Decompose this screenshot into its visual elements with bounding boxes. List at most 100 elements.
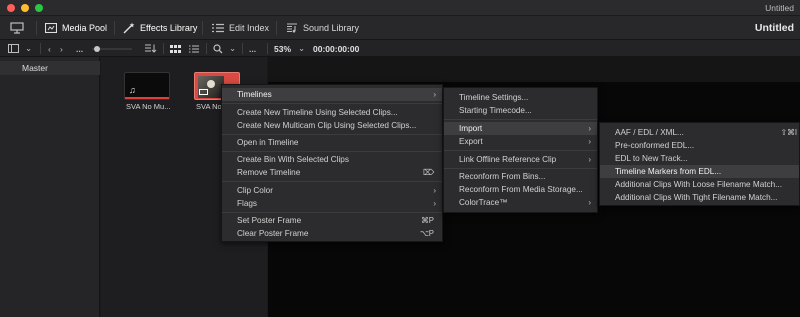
menu-separator [222, 134, 442, 135]
timelines-submenu: Timeline Settings... Starting Timecode..… [443, 87, 598, 213]
menu-item-reconform-bins[interactable]: Reconform From Bins... [444, 170, 597, 183]
clip-thumbnail[interactable]: ♫ SVA No Mu... [124, 72, 174, 122]
menu-item-label: Pre-conformed EDL... [615, 141, 695, 150]
menu-item-loose-filename[interactable]: Additional Clips With Loose Filename Mat… [600, 178, 799, 191]
grid-icon [170, 44, 181, 53]
toolbar-divider [36, 21, 37, 35]
filmstrip-icon [199, 89, 208, 95]
chevron-down-icon[interactable]: ⌄ [229, 40, 236, 57]
bin-master[interactable]: Master [0, 61, 100, 75]
menu-item-label: Create Bin With Selected Clips [237, 155, 349, 164]
menu-item-aaf-edl-xml[interactable]: AAF / EDL / XML... ⇧⌘I [600, 126, 799, 139]
toolbar-divider [206, 43, 207, 54]
clip-color-bar [125, 97, 169, 99]
menu-item-create-multicam[interactable]: Create New Multicam Clip Using Selected … [222, 119, 442, 132]
menu-item-edl-new-track[interactable]: EDL to New Track... [600, 152, 799, 165]
sort-icon[interactable] [145, 40, 157, 57]
chevron-down-icon[interactable]: ⌄ [298, 40, 305, 57]
minimize-window-button[interactable] [21, 4, 29, 12]
menu-item-label: Set Poster Frame [237, 216, 302, 225]
import-submenu: AAF / EDL / XML... ⇧⌘I Pre-conformed EDL… [599, 122, 800, 206]
menu-item-label: AAF / EDL / XML... [615, 128, 684, 137]
options-ellipsis[interactable]: ... [249, 40, 256, 57]
toolbar-divider [202, 21, 203, 35]
media-pool-toolbar: ⌄ ‹ › ... ⌄ ... 53% ⌄ 00:00:00:00 [0, 40, 800, 57]
media-pool-button[interactable]: Media Pool [45, 16, 107, 40]
menu-item-export[interactable]: Export › [444, 135, 597, 148]
toolbar-divider [267, 43, 268, 54]
menu-item-preconformed-edl[interactable]: Pre-conformed EDL... [600, 139, 799, 152]
menu-item-starting-timecode[interactable]: Starting Timecode... [444, 104, 597, 117]
menu-separator [222, 103, 442, 104]
bin-list-panel: Master [0, 57, 100, 317]
menu-item-open-in-timeline[interactable]: Open in Timeline [222, 136, 442, 149]
menu-item-flags[interactable]: Flags › [222, 197, 442, 210]
search-icon [213, 43, 223, 54]
menu-item-label: Remove Timeline [237, 168, 301, 177]
menu-item-tight-filename[interactable]: Additional Clips With Tight Filename Mat… [600, 191, 799, 204]
close-window-button[interactable] [7, 4, 15, 12]
path-ellipsis[interactable]: ... [76, 40, 83, 57]
menu-item-clear-poster-frame[interactable]: Clear Poster Frame ⌥P [222, 227, 442, 240]
menu-item-timeline-markers-edl[interactable]: Timeline Markers from EDL... [600, 165, 799, 178]
menu-item-label: Timeline Markers from EDL... [615, 167, 722, 176]
menu-separator [222, 181, 442, 182]
edit-index-label: Edit Index [229, 23, 270, 33]
menu-item-reconform-storage[interactable]: Reconform From Media Storage... [444, 183, 597, 196]
menu-item-label: ColorTrace™ [459, 198, 508, 207]
monitor-icon [10, 22, 24, 34]
chevron-right-icon: › [60, 43, 63, 54]
presentation-button[interactable] [10, 16, 24, 40]
toolbar-divider [114, 21, 115, 35]
thumbnail-view-button[interactable] [170, 40, 181, 57]
menu-item-set-poster-frame[interactable]: Set Poster Frame ⌘P [222, 214, 442, 227]
list-view-button[interactable] [189, 40, 199, 57]
viewer-timecode: 00:00:00:00 [313, 43, 360, 54]
menu-item-timeline-settings[interactable]: Timeline Settings... [444, 91, 597, 104]
menu-item-label: EDL to New Track... [615, 154, 688, 163]
menu-item-shortcut: ⌦ [422, 168, 434, 177]
list-icon [189, 45, 199, 53]
magic-wand-icon [123, 22, 135, 34]
sound-library-icon [286, 23, 298, 33]
menu-item-clip-color[interactable]: Clip Color › [222, 184, 442, 197]
toolbar-divider [163, 43, 164, 54]
menu-item-label: Reconform From Bins... [459, 172, 546, 181]
sidebar-icon [8, 44, 19, 53]
window-title: Untitled [765, 3, 794, 13]
menu-item-shortcut: ⌥P [419, 229, 434, 238]
search-button[interactable] [213, 40, 223, 57]
chevron-right-icon: › [588, 155, 591, 164]
menu-separator [222, 151, 442, 152]
menu-item-colortrace[interactable]: ColorTrace™ › [444, 196, 597, 209]
sound-library-button[interactable]: Sound Library [286, 16, 359, 40]
menu-item-create-new-timeline[interactable]: Create New Timeline Using Selected Clips… [222, 106, 442, 119]
viewer-zoom[interactable]: 53% [274, 40, 291, 57]
back-button[interactable]: ‹ [48, 40, 51, 57]
menu-item-label: Starting Timecode... [459, 106, 532, 115]
bin-list-toggle[interactable] [8, 40, 19, 57]
toolbar-divider [276, 21, 277, 35]
menu-item-label: Export [459, 137, 483, 146]
menu-item-create-bin[interactable]: Create Bin With Selected Clips [222, 153, 442, 166]
forward-button[interactable]: › [60, 40, 63, 57]
menu-item-timelines[interactable]: Timelines › [222, 88, 442, 101]
chevron-down-icon[interactable]: ⌄ [25, 40, 32, 57]
toolbar-divider [40, 43, 41, 54]
clip-name: SVA No Mu... [126, 102, 171, 111]
menu-item-link-offline[interactable]: Link Offline Reference Clip › [444, 153, 597, 166]
effects-library-button[interactable]: Effects Library [123, 16, 197, 40]
clip-thumb-image: ♫ [124, 72, 170, 100]
zoom-window-button[interactable] [35, 4, 43, 12]
menu-item-remove-timeline[interactable]: Remove Timeline ⌦ [222, 166, 442, 179]
menu-item-label: Clip Color [237, 186, 273, 195]
menu-item-import[interactable]: Import › [444, 122, 597, 135]
edit-index-button[interactable]: Edit Index [212, 16, 269, 40]
menu-separator [444, 168, 597, 169]
menu-item-label: Create New Timeline Using Selected Clips… [237, 108, 398, 117]
effects-library-label: Effects Library [140, 23, 198, 33]
sound-library-label: Sound Library [303, 23, 360, 33]
menu-item-label: Additional Clips With Loose Filename Mat… [615, 180, 783, 189]
chevron-right-icon: › [588, 198, 591, 207]
thumbnail-size-slider[interactable] [92, 40, 132, 57]
